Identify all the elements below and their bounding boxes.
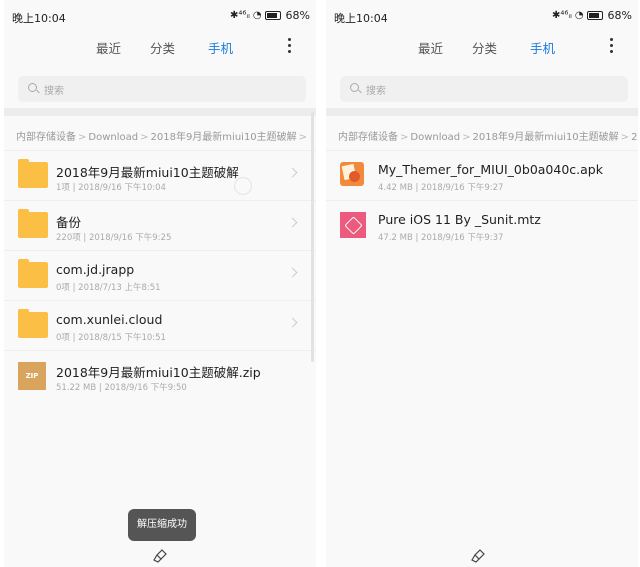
top-tabs: 最近 分类 手机 xyxy=(326,36,638,60)
status-time: 晚上10:04 xyxy=(334,12,388,25)
tab-recent[interactable]: 最近 xyxy=(96,38,121,57)
breadcrumb-item[interactable]: Download xyxy=(410,132,460,142)
status-time: 晚上10:04 xyxy=(12,12,66,25)
breadcrumb-item[interactable]: 内部存储设备 xyxy=(338,132,398,142)
wifi-icon: ◔ xyxy=(252,10,262,21)
broom-icon[interactable] xyxy=(470,549,486,563)
status-icons: ✱⁴⁶ᵢₗ ◔ 68% xyxy=(552,9,632,22)
zip-icon: ZIP xyxy=(18,362,46,390)
item-name: com.xunlei.cloud xyxy=(56,312,163,327)
breadcrumb-item[interactable]: Download xyxy=(88,132,138,142)
tab-phone[interactable]: 手机 xyxy=(208,38,233,57)
folder-icon xyxy=(18,159,48,188)
folder-icon xyxy=(18,259,48,288)
tab-phone[interactable]: 手机 xyxy=(530,38,555,57)
list-item[interactable]: My_Themer_for_MIUI_0b0a040c.apk 4.42 MB … xyxy=(326,150,638,200)
item-meta: 220项 | 2018/9/16 下午9:25 xyxy=(56,233,172,243)
folder-icon xyxy=(18,309,48,338)
search-input[interactable]: 搜索 xyxy=(18,76,306,102)
wifi-icon: ◔ xyxy=(574,10,584,21)
touch-ripple xyxy=(234,177,252,195)
right-screen: 晚上10:04 ✱⁴⁶ᵢₗ ◔ 68% 最近 分类 手机 搜索 内部存储设备 > D… xyxy=(326,0,638,567)
list-item[interactable]: Pure iOS 11 By _Sunit.mtz 47.2 MB | 2018… xyxy=(326,200,638,250)
tab-recent[interactable]: 最近 xyxy=(418,38,443,57)
apk-icon xyxy=(340,162,364,186)
item-name: My_Themer_for_MIUI_0b0a040c.apk xyxy=(378,162,603,177)
section-divider xyxy=(4,108,316,116)
status-bar: 晚上10:04 ✱⁴⁶ᵢₗ ◔ 68% xyxy=(326,0,638,30)
item-name: 2018年9月最新miui10主题破解.zip xyxy=(56,365,261,380)
signal-icon: ✱⁴⁶ᵢₗ xyxy=(551,10,572,21)
section-divider xyxy=(326,108,638,116)
item-meta: 47.2 MB | 2018/9/16 下午9:37 xyxy=(378,233,504,243)
breadcrumb-item[interactable]: 2018年9月最新miui10主题破解 xyxy=(151,132,297,142)
more-vertical-icon[interactable] xyxy=(610,38,614,54)
battery-percent: 68% xyxy=(607,9,632,22)
breadcrumb: 内部存储设备 > Download >2018年9月最新miui10主题破解 >2 xyxy=(338,132,638,142)
status-bar: 晚上10:04 ✱⁴⁶ᵢₗ ◔ 68% xyxy=(4,0,316,30)
item-meta: 4.42 MB | 2018/9/16 下午9:27 xyxy=(378,183,504,193)
list-item[interactable]: com.jd.jrapp 0项 | 2018/7/13 上午8:51 xyxy=(4,250,316,300)
chevron-right-icon xyxy=(287,317,298,328)
search-icon xyxy=(350,83,359,92)
toast-message: 解压缩成功 xyxy=(128,509,196,541)
item-meta: 1项 | 2018/9/16 下午10:04 xyxy=(56,183,166,193)
item-meta: 51.22 MB | 2018/9/16 下午9:50 xyxy=(56,383,187,393)
chevron-right-icon xyxy=(287,267,298,278)
scrollbar[interactable] xyxy=(311,112,314,362)
item-meta: 0项 | 2018/8/15 下午10:51 xyxy=(56,333,166,343)
item-name: Pure iOS 11 By _Sunit.mtz xyxy=(378,212,541,227)
top-tabs: 最近 分类 手机 xyxy=(4,36,316,60)
chevron-right-icon xyxy=(287,167,298,178)
item-name: 备份 xyxy=(56,215,82,230)
breadcrumb: 内部存储设备 > Download >2018年9月最新miui10主题破解 > xyxy=(16,132,308,142)
signal-icon: ✱⁴⁶ᵢₗ xyxy=(229,10,250,21)
breadcrumb-item[interactable]: 2 xyxy=(631,132,637,142)
left-screen: 晚上10:04 ✱⁴⁶ᵢₗ ◔ 68% 最近 分类 手机 搜索 内部存储设备 > D… xyxy=(4,0,316,567)
item-name: com.jd.jrapp xyxy=(56,262,135,277)
list-item[interactable]: com.xunlei.cloud 0项 | 2018/8/15 下午10:51 xyxy=(4,300,316,350)
list-item[interactable]: 2018年9月最新miui10主题破解 1项 | 2018/9/16 下午10:… xyxy=(4,150,316,200)
status-icons: ✱⁴⁶ᵢₗ ◔ 68% xyxy=(230,9,310,22)
theme-file-icon xyxy=(340,212,366,238)
more-vertical-icon[interactable] xyxy=(288,38,292,54)
item-name: 2018年9月最新miui10主题破解 xyxy=(56,165,239,180)
folder-icon xyxy=(18,209,48,238)
broom-icon[interactable] xyxy=(152,549,168,563)
battery-percent: 68% xyxy=(285,9,310,22)
item-meta: 0项 | 2018/7/13 上午8:51 xyxy=(56,283,161,293)
tab-category[interactable]: 分类 xyxy=(150,38,175,57)
breadcrumb-item[interactable]: 内部存储设备 xyxy=(16,132,76,142)
battery-icon xyxy=(264,11,281,20)
battery-icon xyxy=(586,11,603,20)
search-placeholder: 搜索 xyxy=(44,86,64,97)
breadcrumb-item[interactable]: 2018年9月最新miui10主题破解 xyxy=(473,132,619,142)
list-item[interactable]: 备份 220项 | 2018/9/16 下午9:25 xyxy=(4,200,316,250)
search-placeholder: 搜索 xyxy=(366,86,386,97)
chevron-right-icon xyxy=(287,217,298,228)
list-item[interactable]: ZIP 2018年9月最新miui10主题破解.zip 51.22 MB | 2… xyxy=(4,350,316,400)
search-icon xyxy=(28,83,37,92)
search-input[interactable]: 搜索 xyxy=(340,76,628,102)
tab-category[interactable]: 分类 xyxy=(472,38,497,57)
